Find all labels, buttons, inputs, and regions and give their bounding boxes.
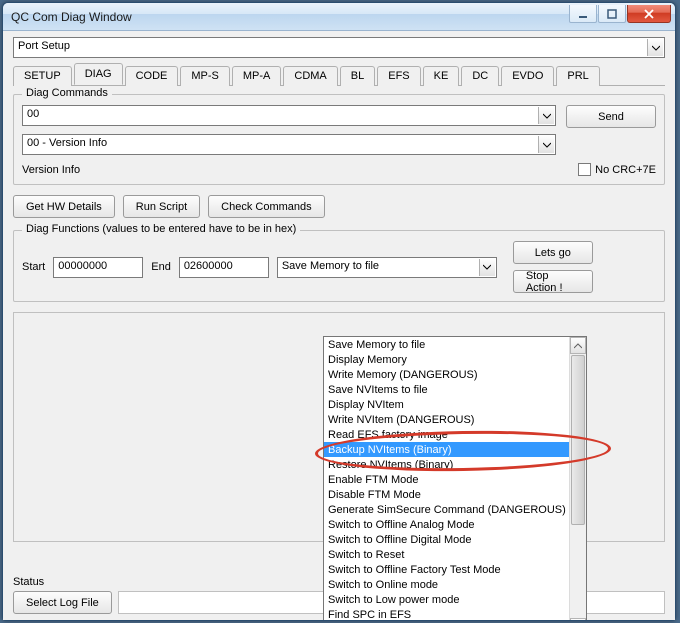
dropdown-option[interactable]: Switch to Reset [324,547,569,562]
tab-ke[interactable]: KE [423,66,460,86]
no-crc-checkbox[interactable]: No CRC+7E [578,163,656,176]
lets-go-button[interactable]: Lets go [513,241,593,264]
scroll-up-button[interactable] [570,337,586,354]
version-info-label: Version Info [22,164,80,176]
tab-setup[interactable]: SETUP [13,66,72,86]
tab-dc[interactable]: DC [461,66,499,86]
stop-action-button[interactable]: Stop Action ! [513,270,593,293]
diag-preset-combo[interactable]: 00 - Version Info [22,134,556,155]
window-controls [568,5,671,23]
dropdown-option[interactable]: Read EFS factory image [324,427,569,442]
dropdown-option[interactable]: Disable FTM Mode [324,487,569,502]
end-input[interactable]: 02600000 [179,257,269,278]
run-script-button[interactable]: Run Script [123,195,200,218]
send-button[interactable]: Send [566,105,656,128]
dropdown-option[interactable]: Switch to Low power mode [324,592,569,607]
dropdown-option[interactable]: Display NVItem [324,397,569,412]
tab-diag[interactable]: DIAG [74,63,123,85]
tab-code[interactable]: CODE [125,66,179,86]
port-setup-value: Port Setup [18,40,70,52]
tab-mp-a[interactable]: MP-A [232,66,282,86]
diag-function-value: Save Memory to file [282,260,379,272]
diag-cmd-input[interactable]: 00 [22,105,556,126]
diag-preset-value: 00 - Version Info [27,137,107,149]
diag-function-combo[interactable]: Save Memory to file [277,257,497,278]
select-log-file-button[interactable]: Select Log File [13,591,112,614]
start-input[interactable]: 00000000 [53,257,143,278]
dropdown-option[interactable]: Switch to Online mode [324,577,569,592]
checkbox-icon [578,163,591,176]
tab-mp-s[interactable]: MP-S [180,66,230,86]
diag-commands-group: Diag Commands 00 Send 00 - Version Info [13,94,665,185]
dropdown-option[interactable]: Find SPC in EFS [324,607,569,620]
chevron-down-icon[interactable] [479,259,495,276]
tab-prl[interactable]: PRL [556,66,599,86]
window-title: QC Com Diag Window [11,10,132,24]
diag-function-dropdown-list[interactable]: Save Memory to fileDisplay MemoryWrite M… [323,336,587,620]
diag-cmd-value: 00 [27,108,39,120]
app-window: QC Com Diag Window Port Setup SETUPDIAGC… [2,2,676,621]
tab-evdo[interactable]: EVDO [501,66,554,86]
dropdown-option[interactable]: Generate SimSecure Command (DANGEROUS) [324,502,569,517]
dropdown-option[interactable]: Save Memory to file [324,337,569,352]
chevron-down-icon[interactable] [647,39,663,56]
status-label: Status [13,576,44,588]
titlebar[interactable]: QC Com Diag Window [3,3,675,31]
dropdown-option[interactable]: Enable FTM Mode [324,472,569,487]
dropdown-option[interactable]: Backup NVItems (Binary) [324,442,569,457]
tab-efs[interactable]: EFS [377,66,420,86]
no-crc-label: No CRC+7E [595,164,656,176]
scrollbar[interactable] [569,337,586,620]
scroll-thumb[interactable] [571,355,585,525]
maximize-button[interactable] [598,5,626,23]
port-setup-combo[interactable]: Port Setup [13,37,665,58]
dropdown-option[interactable]: Switch to Offline Analog Mode [324,517,569,532]
tab-cdma[interactable]: CDMA [283,66,337,86]
minimize-button[interactable] [569,5,597,23]
scroll-down-button[interactable] [570,618,586,620]
dropdown-option[interactable]: Switch to Offline Digital Mode [324,532,569,547]
tabstrip: SETUPDIAGCODEMP-SMP-ACDMABLEFSKEDCEVDOPR… [13,64,665,86]
diag-functions-legend: Diag Functions (values to be entered hav… [22,223,300,235]
chevron-down-icon[interactable] [538,107,554,124]
dropdown-option[interactable]: Save NVItems to file [324,382,569,397]
diag-commands-legend: Diag Commands [22,87,112,99]
dropdown-option[interactable]: Display Memory [324,352,569,367]
start-label: Start [22,261,45,273]
get-hw-details-button[interactable]: Get HW Details [13,195,115,218]
diag-functions-group: Diag Functions (values to be entered hav… [13,230,665,302]
action-button-row: Get HW Details Run Script Check Commands [13,195,665,218]
dropdown-option[interactable]: Switch to Offline Factory Test Mode [324,562,569,577]
close-button[interactable] [627,5,671,23]
check-commands-button[interactable]: Check Commands [208,195,324,218]
tab-bl[interactable]: BL [340,66,375,86]
end-label: End [151,261,171,273]
dropdown-option[interactable]: Write NVItem (DANGEROUS) [324,412,569,427]
chevron-down-icon[interactable] [538,136,554,153]
client-area: Port Setup SETUPDIAGCODEMP-SMP-ACDMABLEF… [3,31,675,620]
dropdown-option[interactable]: Restore NVItems (Binary) [324,457,569,472]
dropdown-option[interactable]: Write Memory (DANGEROUS) [324,367,569,382]
